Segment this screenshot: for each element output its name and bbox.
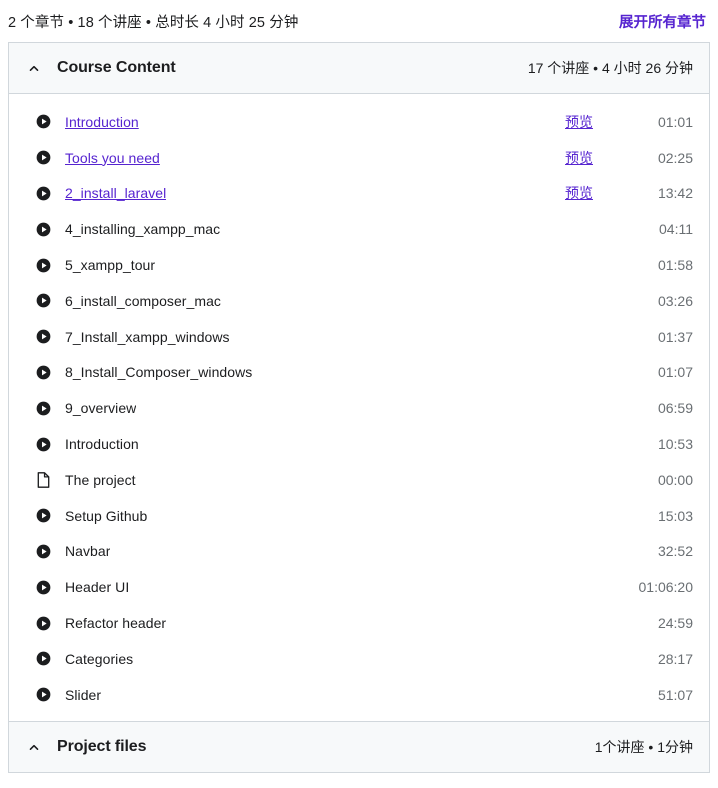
lecture-duration: 10:53: [657, 436, 693, 453]
lecture-duration: 06:59: [657, 400, 693, 417]
lecture-title: The project: [65, 471, 136, 488]
section-title: Course Content: [57, 59, 176, 76]
section-meta: 17 个讲座 • 4 小时 26 分钟: [527, 60, 693, 76]
article-icon: [35, 471, 51, 488]
lecture-row[interactable]: Refactor header 24:59: [9, 605, 709, 641]
lecture-title: Categories: [65, 650, 134, 667]
lecture-title: 8_Install_Composer_windows: [65, 364, 253, 381]
chevron-up-icon[interactable]: [23, 57, 45, 79]
lecture-row[interactable]: Header UI 01:06:20: [9, 569, 709, 605]
play-icon: [35, 329, 51, 345]
expand-all-sections-link[interactable]: 展开所有章节: [619, 11, 706, 32]
preview-link[interactable]: 预览: [565, 183, 593, 203]
lecture-title[interactable]: 2_install_laravel: [65, 185, 166, 201]
lecture-row[interactable]: Navbar 32:52: [9, 534, 709, 570]
play-icon: [35, 436, 51, 452]
play-icon: [35, 221, 51, 237]
lecture-row[interactable]: Introduction 预览 01:01: [9, 104, 709, 140]
lecture-duration: 03:26: [657, 292, 693, 309]
lecture-title: Header UI: [65, 579, 130, 596]
section-meta: 1个讲座 • 1分钟: [594, 738, 693, 755]
lecture-row[interactable]: 6_install_composer_mac 03:26: [9, 283, 709, 319]
lecture-title: Slider: [65, 686, 102, 703]
lecture-title: Introduction: [65, 436, 139, 453]
play-icon: [35, 257, 51, 273]
lecture-row[interactable]: Introduction 10:53: [9, 426, 709, 462]
lecture-list: Introduction 预览 01:01 Tools you need 预览 02:25…: [9, 94, 709, 722]
lecture-duration: 15:03: [657, 507, 693, 524]
lecture-duration: 04:11: [659, 221, 693, 238]
preview-link[interactable]: 预览: [565, 112, 593, 132]
lecture-duration: 13:42: [657, 185, 693, 202]
lecture-duration: 51:07: [657, 686, 693, 703]
lecture-title: 9_overview: [65, 400, 137, 417]
section-title: Project files: [57, 737, 147, 755]
play-icon: [35, 150, 51, 166]
lecture-row[interactable]: The project 00:00: [9, 462, 709, 498]
play-icon: [35, 400, 51, 416]
lecture-title: Navbar: [65, 543, 111, 560]
lecture-row[interactable]: 5_xampp_tour 01:58: [9, 247, 709, 283]
lecture-duration: 01:58: [657, 257, 693, 274]
lecture-row[interactable]: 2_install_laravel 预览 13:42: [9, 176, 709, 212]
course-summary-text: 2 个章节 • 18 个讲座 • 总时长 4 小时 25 分钟: [8, 14, 299, 31]
lecture-title: 4_installing_xampp_mac: [65, 221, 221, 238]
course-content-accordion: Course Content 17 个讲座 • 4 小时 26 分钟 Introdu…: [8, 42, 710, 773]
lecture-duration: 00:00: [657, 471, 693, 488]
section-header[interactable]: Course Content 17 个讲座 • 4 小时 26 分钟: [9, 43, 709, 94]
lecture-duration: 24:59: [657, 615, 693, 632]
lecture-duration: 28:17: [657, 650, 693, 667]
lecture-row[interactable]: Categories 28:17: [9, 641, 709, 677]
play-icon: [35, 293, 51, 309]
lecture-row[interactable]: 7_Install_xampp_windows 01:37: [9, 319, 709, 355]
play-icon: [35, 364, 51, 380]
play-icon: [35, 651, 51, 667]
lecture-row[interactable]: Setup Github 15:03: [9, 498, 709, 534]
lecture-row[interactable]: 8_Install_Composer_windows 01:07: [9, 355, 709, 391]
lecture-title: Refactor header: [65, 615, 167, 632]
lecture-title: 5_xampp_tour: [65, 257, 156, 274]
lecture-title: 7_Install_xampp_windows: [65, 328, 230, 345]
lecture-row[interactable]: 9_overview 06:59: [9, 390, 709, 426]
lecture-title[interactable]: Tools you need: [65, 150, 160, 166]
lecture-duration: 01:37: [657, 328, 693, 345]
lecture-title: 6_install_composer_mac: [65, 292, 221, 309]
chevron-up-icon[interactable]: [23, 736, 45, 758]
play-icon: [35, 687, 51, 703]
play-icon: [35, 508, 51, 524]
lecture-row[interactable]: Tools you need 预览 02:25: [9, 140, 709, 176]
lecture-duration: 01:07: [657, 364, 693, 381]
course-summary-bar: 2 个章节 • 18 个讲座 • 总时长 4 小时 25 分钟 展开所有章节: [0, 0, 718, 42]
lecture-duration: 32:52: [657, 543, 693, 560]
play-icon: [35, 579, 51, 595]
lecture-row[interactable]: Slider 51:07: [9, 677, 709, 713]
preview-link[interactable]: 预览: [565, 148, 593, 168]
section-header[interactable]: Project files 1个讲座 • 1分钟: [9, 721, 709, 773]
play-icon: [35, 543, 51, 559]
lecture-title: Setup Github: [65, 507, 148, 524]
play-icon: [35, 185, 51, 201]
lecture-duration: 01:06:20: [638, 579, 694, 596]
lecture-duration: 02:25: [657, 149, 693, 166]
play-icon: [35, 114, 51, 130]
lecture-duration: 01:01: [657, 113, 693, 130]
play-icon: [35, 615, 51, 631]
lecture-title[interactable]: Introduction: [65, 114, 139, 130]
lecture-row[interactable]: 4_installing_xampp_mac 04:11: [9, 211, 709, 247]
